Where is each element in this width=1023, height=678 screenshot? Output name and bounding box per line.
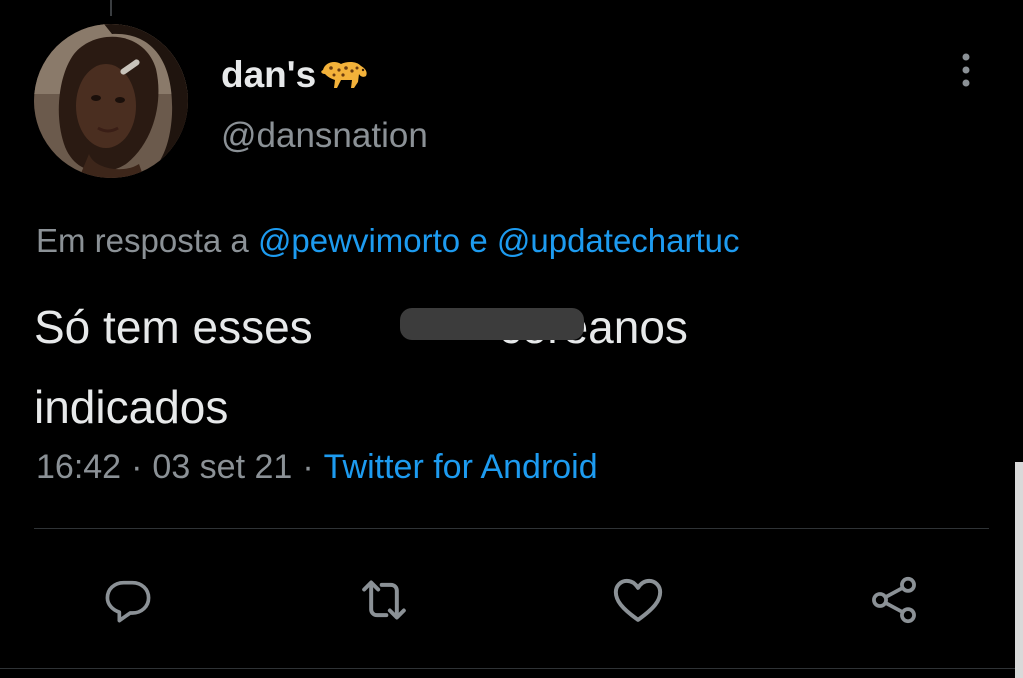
bottom-divider [0, 668, 1023, 669]
reply-conjunction: e [469, 222, 488, 259]
share-button[interactable] [864, 570, 924, 630]
tweet-source-link[interactable]: Twitter for Android [324, 448, 598, 486]
like-icon [613, 578, 663, 622]
author-display-name[interactable]: dan's [221, 50, 369, 99]
mention-link-pewvimorto[interactable]: @pewvimorto [258, 222, 460, 259]
reply-prefix: Em resposta a [36, 222, 249, 259]
avatar[interactable] [34, 24, 188, 178]
thread-connector-line [110, 0, 112, 16]
reply-button[interactable] [98, 570, 158, 630]
mention-link-updatechartuc[interactable]: @updatechartuc [497, 222, 740, 259]
author-name-text: dan's [221, 53, 317, 95]
meta-separator: · [302, 448, 314, 486]
tweet-metadata: 16:42 · 03 set 21 · Twitter for Android [36, 448, 598, 487]
tweet-text-before-redaction: Só tem esses [34, 301, 313, 353]
share-icon [872, 576, 916, 624]
scrollbar[interactable] [1015, 462, 1023, 678]
reply-context: Em resposta a @pewvimorto e @updatechart… [36, 222, 740, 260]
divider [34, 528, 989, 529]
retweet-button[interactable] [354, 570, 414, 630]
tweet-text-line-2: indicados [34, 381, 229, 433]
more-options-button[interactable] [950, 48, 982, 92]
leopard-icon [319, 56, 369, 99]
tweet-date[interactable]: 03 set 21 [152, 448, 292, 486]
reply-icon [105, 580, 151, 623]
more-vertical-icon [962, 53, 970, 87]
tweet-time[interactable]: 16:42 [36, 448, 121, 486]
redaction-blur [400, 308, 584, 340]
author-handle[interactable]: @dansnation [221, 116, 428, 156]
meta-separator: · [131, 448, 143, 486]
retweet-icon [362, 580, 406, 620]
like-button[interactable] [608, 570, 668, 630]
